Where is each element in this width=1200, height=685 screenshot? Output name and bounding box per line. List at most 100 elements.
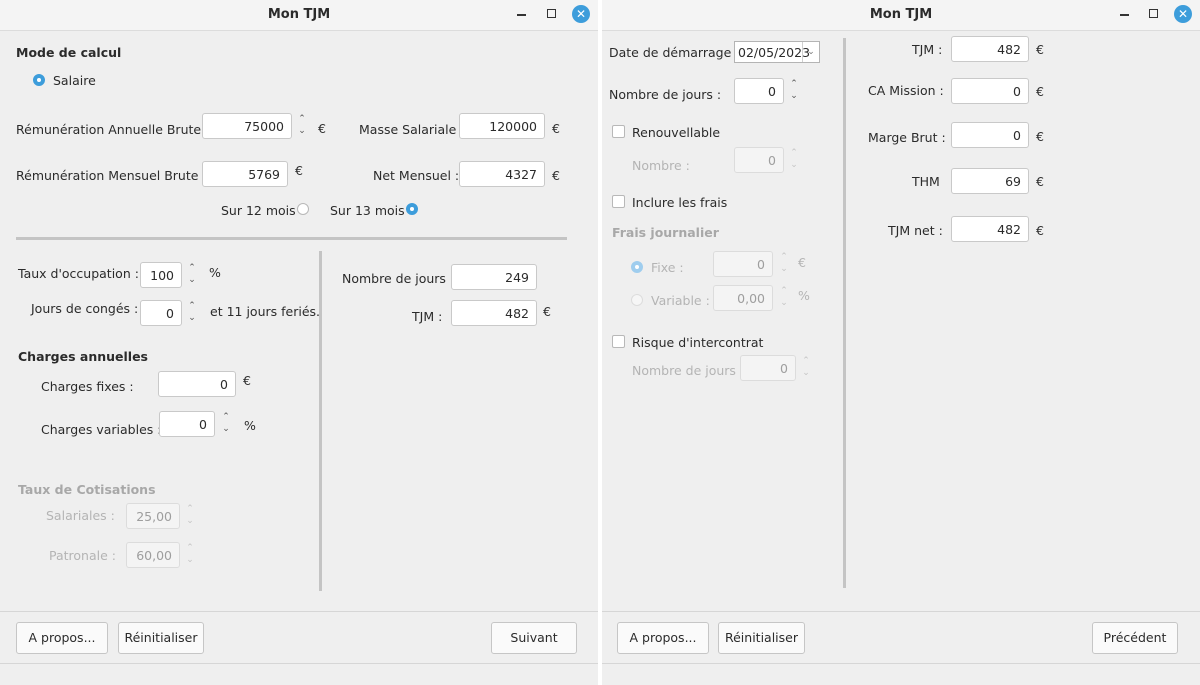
next-button[interactable]: Suivant bbox=[491, 622, 577, 654]
maximize-icon[interactable] bbox=[1149, 9, 1158, 18]
chevron-down-icon[interactable]: ⌄ bbox=[802, 42, 819, 62]
tjm-label: TJM : bbox=[912, 42, 943, 57]
days-input[interactable]: 249 bbox=[451, 264, 537, 290]
annual-gross-spinner[interactable]: ⌃ ⌄ bbox=[297, 113, 307, 139]
close-icon[interactable]: ✕ bbox=[1174, 5, 1192, 23]
thm-input[interactable]: 69 bbox=[951, 168, 1029, 194]
fixed-charges-input[interactable]: 0 bbox=[158, 371, 236, 397]
spin-down-icon[interactable]: ⌄ bbox=[790, 160, 798, 170]
payroll-label: Masse Salariale : bbox=[359, 122, 465, 137]
euro-unit: € bbox=[543, 304, 551, 319]
occupation-spinner[interactable]: ⌃ ⌄ bbox=[187, 262, 197, 288]
variable-charges-label: Charges variables : bbox=[41, 422, 162, 437]
previous-button[interactable]: Précédent bbox=[1092, 622, 1178, 654]
patronale-spinner[interactable]: ⌃ ⌄ bbox=[185, 542, 195, 568]
spin-up-icon[interactable]: ⌃ bbox=[790, 148, 798, 158]
renewable-checkbox[interactable] bbox=[612, 125, 625, 138]
euro-unit: € bbox=[1036, 84, 1044, 99]
tjm-net-label: TJM net : bbox=[888, 223, 943, 238]
euro-unit: € bbox=[1036, 42, 1044, 57]
spin-up-icon[interactable]: ⌃ bbox=[780, 252, 788, 262]
spin-down-icon[interactable]: ⌄ bbox=[186, 516, 194, 526]
fee-variable-radio[interactable] bbox=[631, 294, 643, 306]
fee-fixed-spinner[interactable]: ⌃ ⌄ bbox=[779, 251, 789, 277]
holidays-input[interactable]: 0 bbox=[140, 300, 182, 326]
reset-button[interactable]: Réinitialiser bbox=[718, 622, 805, 654]
renewable-count-input[interactable]: 0 bbox=[734, 147, 784, 173]
margin-input[interactable]: 0 bbox=[951, 122, 1029, 148]
status-bar bbox=[602, 663, 1200, 685]
minimize-icon[interactable] bbox=[517, 14, 526, 16]
spin-down-icon[interactable]: ⌄ bbox=[780, 264, 788, 274]
monthly-gross-input[interactable]: 5769 bbox=[202, 161, 288, 187]
spin-up-icon[interactable]: ⌃ bbox=[186, 504, 194, 514]
euro-unit: € bbox=[318, 121, 326, 136]
spin-down-icon[interactable]: ⌄ bbox=[802, 368, 810, 378]
months-12-radio[interactable] bbox=[297, 203, 309, 215]
intercontract-days-spinner[interactable]: ⌃ ⌄ bbox=[801, 355, 811, 381]
start-date-picker[interactable]: 02/05/2023 ⌄ bbox=[734, 41, 820, 63]
include-fees-checkbox[interactable] bbox=[612, 195, 625, 208]
salary-radio[interactable] bbox=[33, 74, 45, 86]
spin-down-icon[interactable]: ⌄ bbox=[780, 298, 788, 308]
spin-down-icon[interactable]: ⌄ bbox=[790, 91, 798, 101]
payroll-input[interactable]: 120000 bbox=[459, 113, 545, 139]
thm-label: THM bbox=[912, 174, 940, 189]
fee-variable-spinner[interactable]: ⌃ ⌄ bbox=[779, 285, 789, 311]
months-13-radio[interactable] bbox=[406, 203, 418, 215]
mode-heading: Mode de calcul bbox=[16, 45, 122, 60]
salariales-spinner[interactable]: ⌃ ⌄ bbox=[185, 503, 195, 529]
spin-up-icon[interactable]: ⌃ bbox=[298, 114, 306, 124]
minimize-icon[interactable] bbox=[1120, 14, 1129, 16]
tjm-input[interactable]: 482 bbox=[451, 300, 537, 326]
days-input[interactable]: 0 bbox=[734, 78, 784, 104]
maximize-icon[interactable] bbox=[547, 9, 556, 18]
salariales-label: Salariales : bbox=[46, 508, 115, 523]
section-divider bbox=[16, 237, 567, 240]
tjm-input[interactable]: 482 bbox=[951, 36, 1029, 62]
title-bar: Mon TJM ✕ bbox=[0, 0, 598, 31]
ca-mission-label: CA Mission : bbox=[868, 83, 944, 98]
variable-charges-input[interactable]: 0 bbox=[159, 411, 215, 437]
spin-up-icon[interactable]: ⌃ bbox=[222, 412, 230, 422]
renewable-count-label: Nombre : bbox=[632, 158, 690, 173]
spin-up-icon[interactable]: ⌃ bbox=[188, 263, 196, 273]
about-button[interactable]: A propos... bbox=[16, 622, 108, 654]
euro-unit: € bbox=[295, 163, 303, 178]
renewable-count-spinner[interactable]: ⌃ ⌄ bbox=[789, 147, 799, 173]
salariales-input[interactable]: 25,00 bbox=[126, 503, 180, 529]
fee-fixed-radio[interactable] bbox=[631, 261, 643, 273]
intercontract-days-input[interactable]: 0 bbox=[740, 355, 796, 381]
spin-up-icon[interactable]: ⌃ bbox=[186, 543, 194, 553]
about-button[interactable]: A propos... bbox=[617, 622, 709, 654]
spin-down-icon[interactable]: ⌄ bbox=[186, 555, 194, 565]
euro-unit: € bbox=[1036, 174, 1044, 189]
intercontract-checkbox[interactable] bbox=[612, 335, 625, 348]
holidays-spinner[interactable]: ⌃ ⌄ bbox=[187, 300, 197, 326]
variable-charges-spinner[interactable]: ⌃ ⌄ bbox=[221, 411, 231, 437]
fee-variable-input[interactable]: 0,00 bbox=[713, 285, 773, 311]
occupation-input[interactable]: 100 bbox=[140, 262, 182, 288]
patronale-input[interactable]: 60,00 bbox=[126, 542, 180, 568]
net-monthly-input[interactable]: 4327 bbox=[459, 161, 545, 187]
spin-up-icon[interactable]: ⌃ bbox=[802, 356, 810, 366]
annual-gross-input[interactable]: 75000 bbox=[202, 113, 292, 139]
euro-unit: € bbox=[1036, 129, 1044, 144]
percent-unit: % bbox=[244, 418, 256, 433]
spin-down-icon[interactable]: ⌄ bbox=[298, 126, 306, 136]
include-fees-label: Inclure les frais bbox=[632, 195, 728, 210]
fee-fixed-input[interactable]: 0 bbox=[713, 251, 773, 277]
spin-up-icon[interactable]: ⌃ bbox=[188, 301, 196, 311]
reset-button[interactable]: Réinitialiser bbox=[118, 622, 204, 654]
ca-mission-input[interactable]: 0 bbox=[951, 78, 1029, 104]
days-spinner[interactable]: ⌃ ⌄ bbox=[789, 78, 799, 104]
close-icon[interactable]: ✕ bbox=[572, 5, 590, 23]
spin-down-icon[interactable]: ⌄ bbox=[188, 275, 196, 285]
tjm-net-input[interactable]: 482 bbox=[951, 216, 1029, 242]
patronale-label: Patronale : bbox=[49, 548, 116, 563]
spin-up-icon[interactable]: ⌃ bbox=[790, 79, 798, 89]
spin-down-icon[interactable]: ⌄ bbox=[222, 424, 230, 434]
spin-down-icon[interactable]: ⌄ bbox=[188, 313, 196, 323]
tjm-label: TJM : bbox=[412, 309, 443, 324]
spin-up-icon[interactable]: ⌃ bbox=[780, 286, 788, 296]
